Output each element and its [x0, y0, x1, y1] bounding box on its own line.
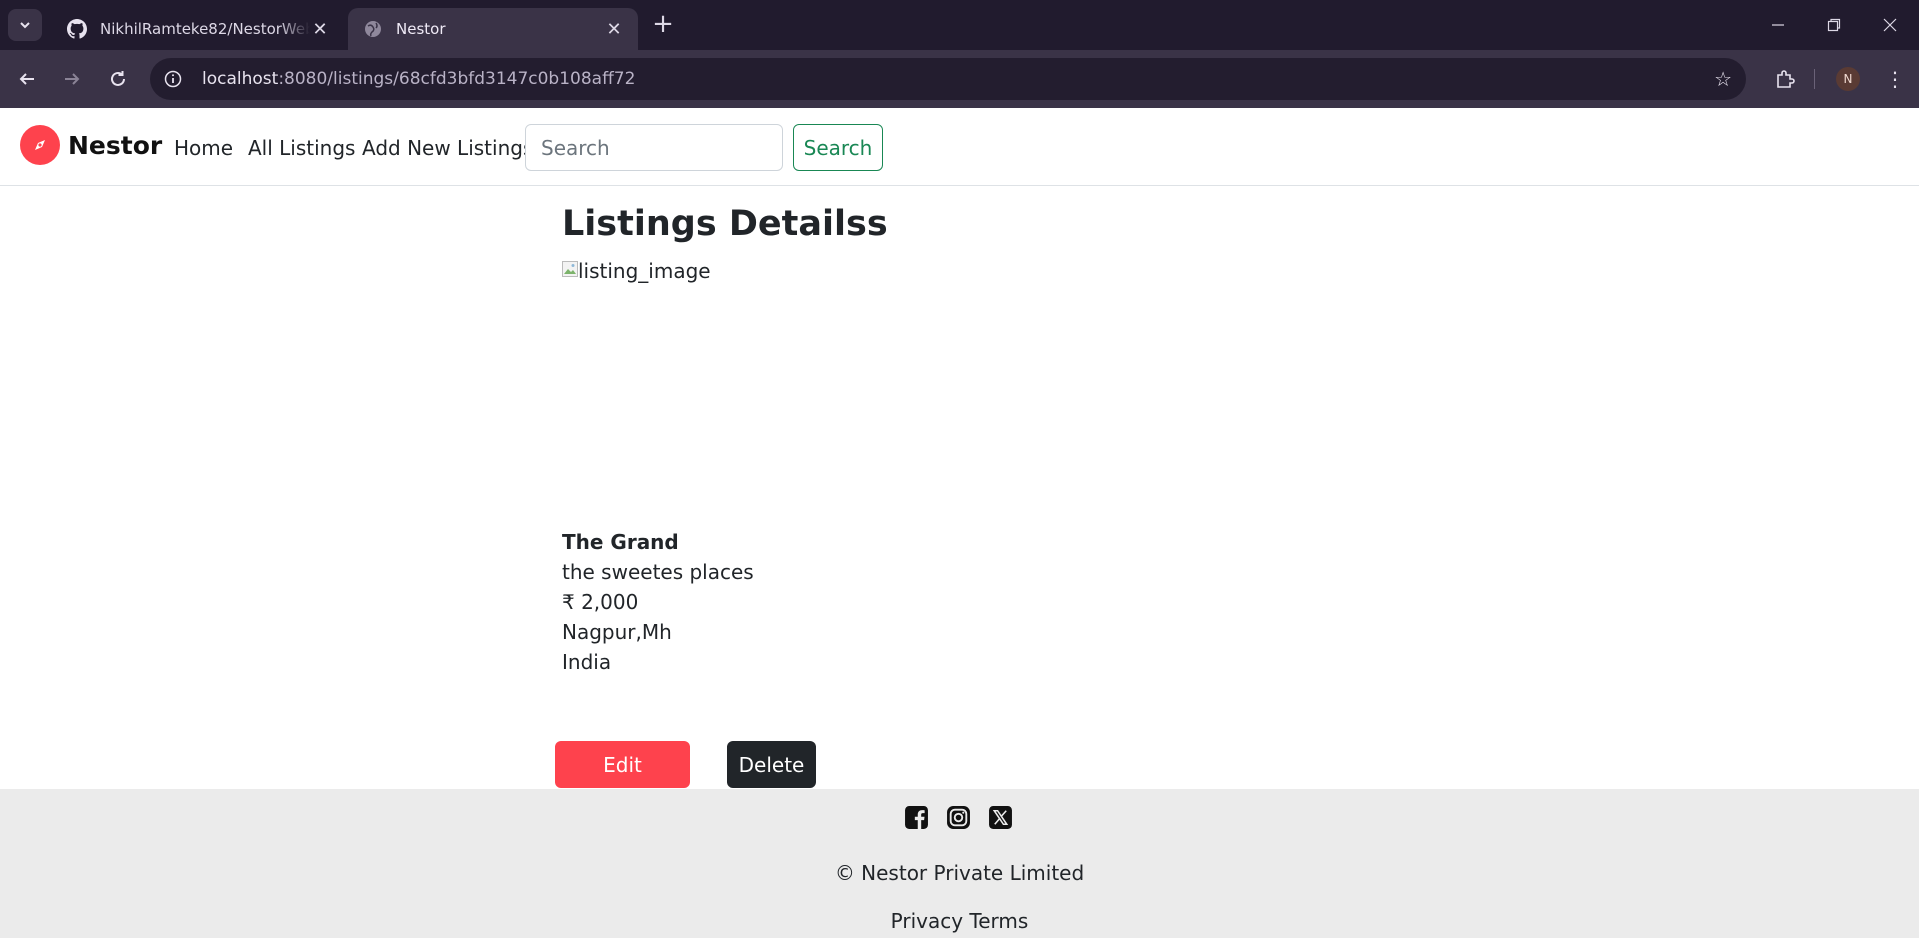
- reload-icon[interactable]: [103, 64, 133, 94]
- social-links: [903, 804, 1013, 830]
- nav-link-all-listings[interactable]: All Listings: [248, 136, 355, 160]
- site-footer: © Nestor Private Limited Privacy Terms: [0, 789, 1919, 938]
- window-close-icon[interactable]: [1862, 10, 1918, 40]
- more-menu-icon[interactable]: ⋮: [1880, 64, 1910, 94]
- brand-name: Nestor: [68, 130, 163, 160]
- github-icon: [66, 18, 88, 40]
- copyright-text: © Nestor Private Limited: [834, 861, 1085, 885]
- close-icon[interactable]: ✕: [310, 19, 330, 40]
- nav-link-add-new-listings[interactable]: Add New Listings: [362, 136, 533, 160]
- tab-title: NikhilRamteke82/NestorWeb-P: [100, 20, 310, 38]
- listing-title: The Grand: [562, 530, 679, 554]
- profile-avatar[interactable]: N: [1836, 67, 1860, 91]
- listing-info: The Grand the sweetes places ₹ 2,000 Nag…: [562, 527, 1262, 677]
- close-icon[interactable]: ✕: [604, 19, 624, 40]
- search-input[interactable]: [525, 124, 783, 171]
- edit-button[interactable]: Edit: [555, 741, 690, 788]
- tab-title: Nestor: [396, 20, 446, 38]
- toolbar-divider: [1814, 69, 1815, 89]
- page-viewport: Nestor Home All Listings Add New Listing…: [0, 108, 1919, 938]
- broken-image-icon: [562, 261, 578, 277]
- browser-tab-nestor[interactable]: Nestor ✕: [348, 8, 638, 50]
- tab-search-button[interactable]: [8, 9, 42, 41]
- listing-price: ₹ 2,000: [562, 590, 639, 614]
- listing-description: the sweetes places: [562, 560, 754, 584]
- facebook-icon[interactable]: [903, 804, 929, 830]
- listing-details: Listings Detailss listing_image The Gran…: [562, 203, 1262, 677]
- listing-image: listing_image: [562, 259, 1262, 519]
- address-url: localhost:8080/listings/68cfd3bfd3147c0b…: [202, 69, 635, 89]
- page-title: Listings Detailss: [562, 204, 888, 244]
- browser-toolbar: localhost:8080/listings/68cfd3bfd3147c0b…: [0, 50, 1919, 108]
- globe-icon: [362, 18, 384, 40]
- back-arrow-icon[interactable]: [12, 64, 42, 94]
- bookmark-star-icon[interactable]: ☆: [1714, 67, 1732, 91]
- listing-country: India: [562, 650, 612, 674]
- listing-location: Nagpur,Mh: [562, 620, 672, 644]
- chevron-down-icon: [20, 22, 30, 29]
- site-navbar: Nestor Home All Listings Add New Listing…: [0, 108, 1919, 186]
- url-host: localhost: [202, 69, 279, 89]
- x-icon[interactable]: [987, 804, 1013, 830]
- site-info-icon[interactable]: [156, 62, 190, 96]
- restore-icon[interactable]: [1806, 10, 1862, 40]
- compass-icon: [20, 125, 60, 165]
- image-alt-text: listing_image: [578, 259, 711, 283]
- instagram-icon[interactable]: [945, 804, 971, 830]
- browser-tab-strip: NikhilRamteke82/NestorWeb-P ✕ Nestor ✕ +: [0, 0, 1919, 50]
- delete-button[interactable]: Delete: [727, 741, 816, 788]
- extensions-puzzle-icon[interactable]: [1770, 64, 1800, 94]
- forward-arrow-icon[interactable]: [57, 64, 87, 94]
- browser-tab-github[interactable]: NikhilRamteke82/NestorWeb-P ✕: [52, 8, 344, 50]
- address-bar[interactable]: localhost:8080/listings/68cfd3bfd3147c0b…: [150, 58, 1746, 100]
- minimize-icon[interactable]: [1750, 10, 1806, 40]
- brand[interactable]: Nestor: [20, 125, 162, 165]
- privacy-terms-links[interactable]: Privacy Terms: [0, 909, 1919, 933]
- nav-link-home[interactable]: Home: [174, 136, 233, 160]
- search-button[interactable]: Search: [793, 124, 883, 171]
- url-path: :8080/listings/68cfd3bfd3147c0b108aff72: [278, 69, 636, 89]
- new-tab-icon[interactable]: +: [650, 11, 676, 38]
